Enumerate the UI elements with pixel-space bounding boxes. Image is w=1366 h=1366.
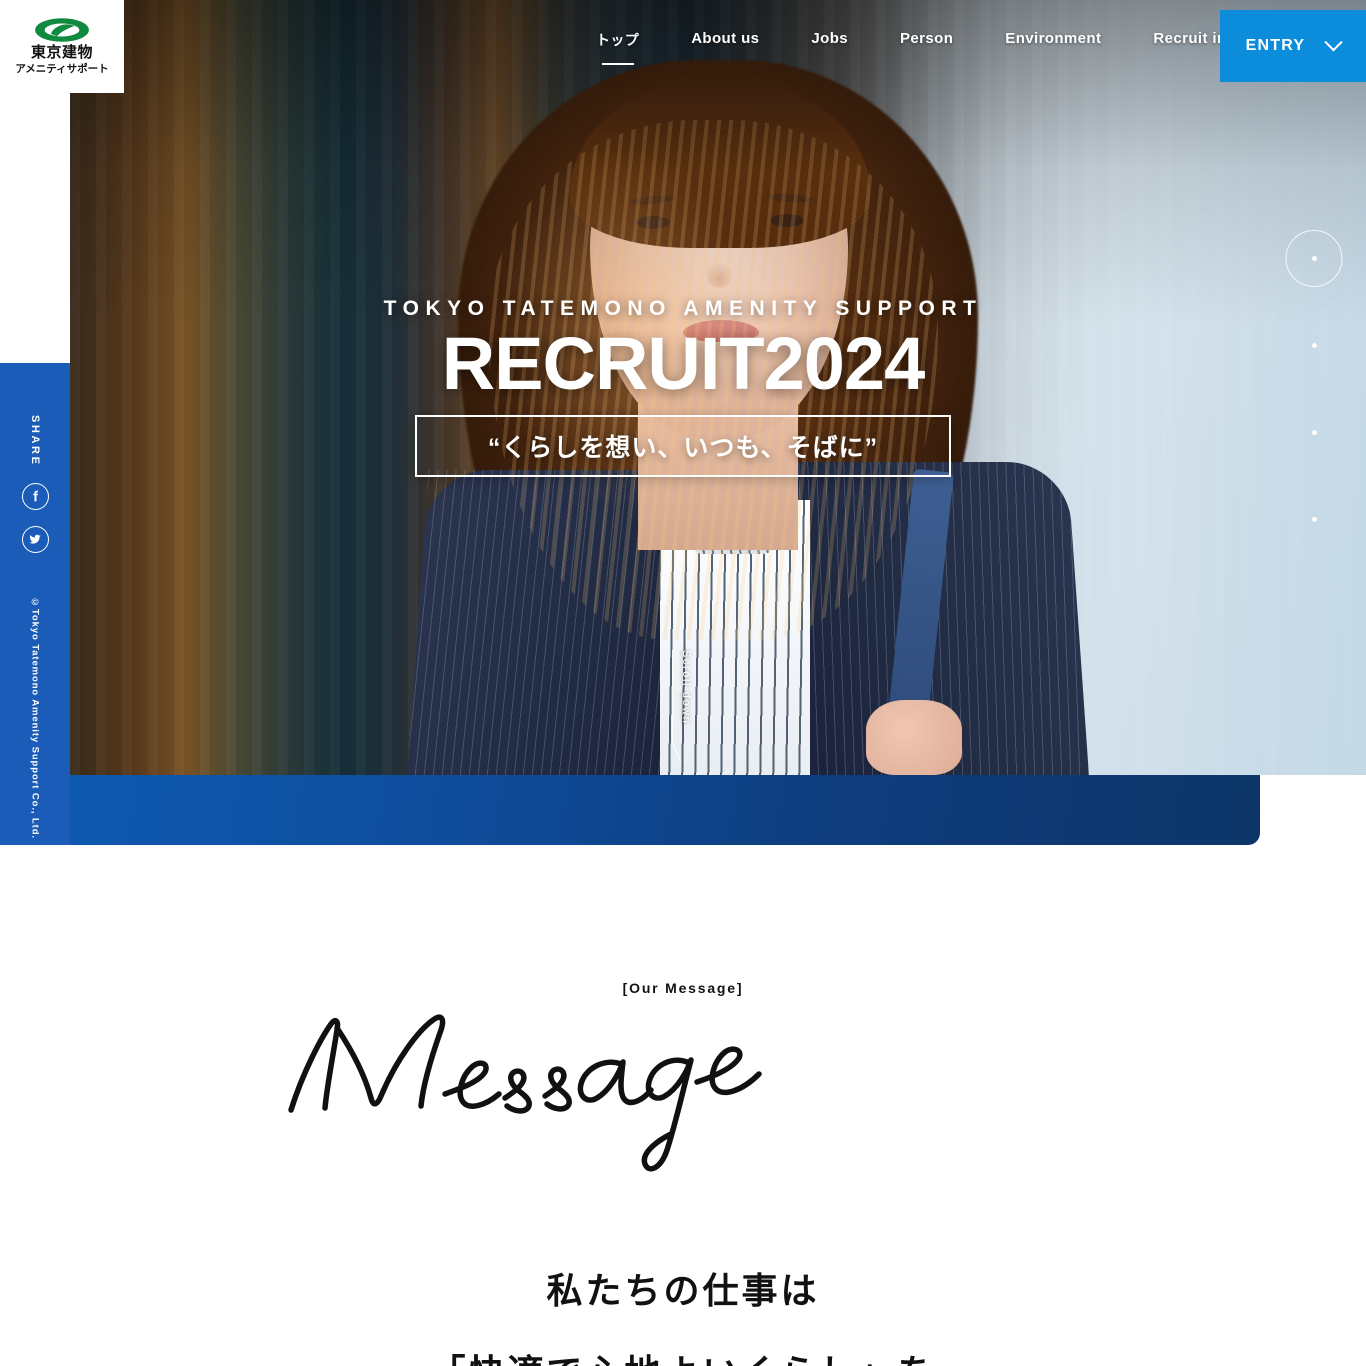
tokyo-tatemono-logo-icon <box>35 18 89 43</box>
slide-dot-3[interactable] <box>1284 402 1344 489</box>
slide-dot-4[interactable] <box>1284 489 1344 576</box>
slide-dot-1[interactable] <box>1284 228 1344 315</box>
entry-button-label: ENTRY <box>1245 37 1306 54</box>
message-jp-line2: 「快適で心地よいくらし」を <box>0 1344 1366 1366</box>
share-copyright: ©Tokyo Tatemono Amenity Support Co., Ltd… <box>29 596 41 839</box>
logo-text-line1: 東京建物 <box>30 44 93 62</box>
nav-item-about-us[interactable]: About us <box>665 30 785 47</box>
facebook-icon[interactable] <box>21 482 49 510</box>
hero-section: TOKYO TATEMONO AMENITY SUPPORT RECRUIT20… <box>0 0 1366 852</box>
message-script-heading <box>0 1002 1366 1212</box>
page-root: TOKYO TATEMONO AMENITY SUPPORT RECRUIT20… <box>0 0 1366 1366</box>
scroll-down-line <box>672 650 673 742</box>
scroll-down-label: Scroll down <box>680 650 692 725</box>
slide-pagination <box>1284 228 1344 576</box>
entry-button[interactable]: ENTRY <box>1220 10 1366 82</box>
slide-dot-2[interactable] <box>1284 315 1344 402</box>
share-sidebar: SHARE ©Tokyo Tatemono Amenity Support Co… <box>0 363 70 845</box>
nav-item-top[interactable]: トップ <box>570 30 665 65</box>
hero-blue-band <box>0 775 1260 845</box>
nav-item-environment[interactable]: Environment <box>979 30 1127 47</box>
message-jp-line1: 私たちの仕事は <box>546 1270 820 1311</box>
nav-item-person[interactable]: Person <box>874 30 979 47</box>
twitter-icon[interactable] <box>21 525 49 553</box>
nav-label-top: トップ <box>596 32 640 48</box>
hero-photo <box>70 0 1366 775</box>
message-eyebrow: [Our Message] <box>622 980 744 996</box>
logo-text-line2: アメニティサポート <box>15 62 109 75</box>
script-message-for-you <box>288 1014 762 1172</box>
nav-active-underline <box>601 63 634 65</box>
nav-item-jobs[interactable]: Jobs <box>785 30 874 47</box>
site-logo[interactable]: 東京建物 アメニティサポート <box>0 0 124 93</box>
top-navigation: 東京建物 アメニティサポート トップ About us Jobs Person … <box>0 0 1366 93</box>
chevron-down-icon <box>1324 32 1344 51</box>
message-section: [Our Message] 私たちの仕事は <box>0 852 1366 1366</box>
hero-top-scrim <box>70 0 1366 775</box>
share-label: SHARE <box>29 415 41 467</box>
nav-items: トップ About us Jobs Person Environment Rec… <box>570 30 1268 65</box>
